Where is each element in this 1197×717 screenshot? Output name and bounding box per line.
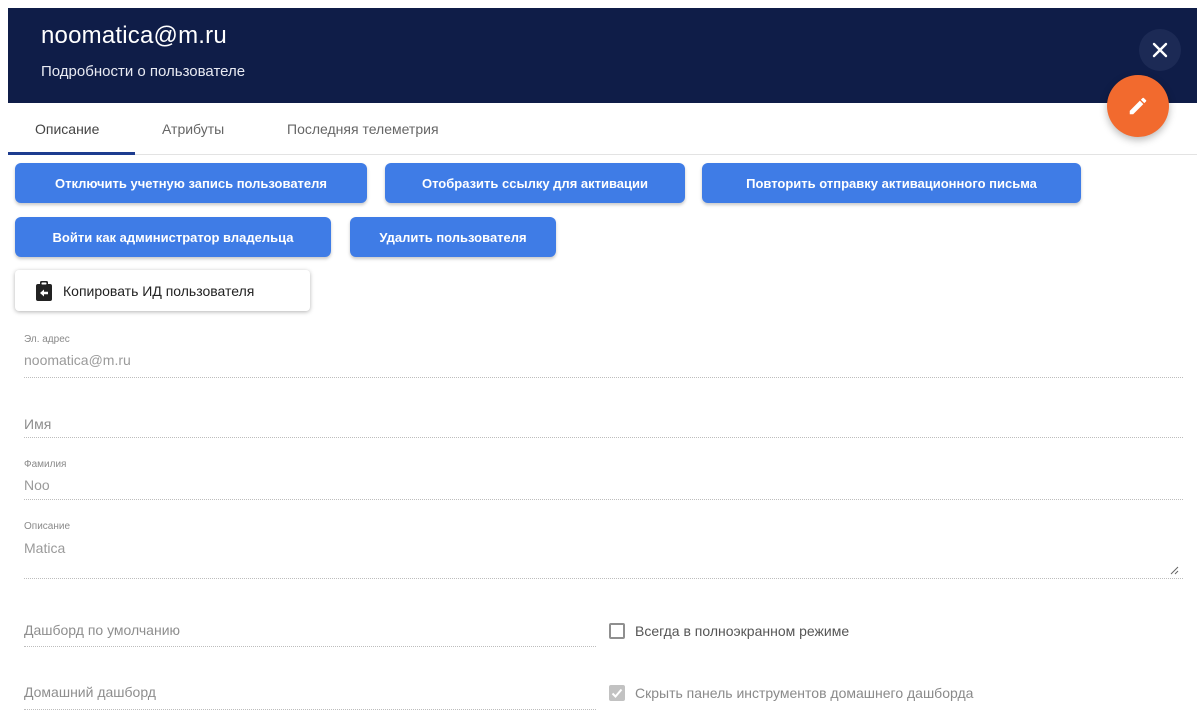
page-title: noomatica@m.ru [41, 22, 227, 49]
default-dashboard-select[interactable]: Дашборд по умолчанию [24, 612, 596, 647]
close-icon [1152, 42, 1168, 58]
tab-bar: Описание Атрибуты Последняя телеметрия [8, 103, 1197, 155]
clipboard-arrow-icon [35, 280, 53, 301]
show-activation-link-button[interactable]: Отобразить ссылку для активации [385, 163, 685, 203]
hide-home-toolbar-checkbox[interactable]: Скрыть панель инструментов домашнего даш… [609, 685, 973, 701]
always-fullscreen-label: Всегда в полноэкранном режиме [635, 623, 850, 639]
default-dashboard-placeholder: Дашборд по умолчанию [24, 622, 181, 638]
email-label: Эл. адрес [24, 334, 70, 345]
first-name-placeholder: Имя [24, 416, 52, 432]
resend-activation-email-button[interactable]: Повторить отправку активационного письма [702, 163, 1081, 203]
first-name-field[interactable]: Имя [24, 406, 1183, 438]
tab-latest-telemetry[interactable]: Последняя телеметрия [287, 121, 439, 137]
home-dashboard-select[interactable]: Домашний дашборд [24, 676, 596, 710]
always-fullscreen-checkbox[interactable]: Всегда в полноэкранном режиме [609, 623, 849, 639]
disable-account-button[interactable]: Отключить учетную запись пользователя [15, 163, 367, 203]
last-name-value: Noo [24, 477, 50, 493]
login-as-owner-admin-button[interactable]: Войти как администратор владельца [15, 217, 331, 257]
page-subtitle: Подробности о пользователе [41, 63, 246, 80]
active-tab-indicator [8, 152, 135, 155]
checkmark-icon [609, 685, 625, 701]
description-field[interactable]: Описание Matica [24, 516, 1183, 579]
description-label: Описание [24, 521, 71, 532]
last-name-label: Фамилия [24, 459, 67, 470]
description-value: Matica [24, 540, 66, 556]
last-name-field[interactable]: Фамилия Noo [24, 454, 1183, 500]
dialog-header: noomatica@m.ru Подробности о пользовател… [8, 8, 1197, 103]
home-dashboard-placeholder: Домашний дашборд [24, 684, 156, 700]
tab-description[interactable]: Описание [35, 121, 99, 137]
resize-handle-icon[interactable] [1170, 566, 1179, 575]
copy-user-id-label: Копировать ИД пользователя [63, 282, 255, 299]
checkbox-box [609, 623, 625, 639]
email-value: noomatica@m.ru [24, 352, 131, 368]
email-field[interactable]: Эл. адрес noomatica@m.ru [24, 330, 1183, 378]
close-button[interactable] [1139, 29, 1181, 71]
tab-attributes[interactable]: Атрибуты [162, 121, 224, 137]
copy-user-id-button[interactable]: Копировать ИД пользователя [15, 270, 310, 311]
delete-user-button[interactable]: Удалить пользователя [350, 217, 556, 257]
hide-home-toolbar-label: Скрыть панель инструментов домашнего даш… [635, 685, 974, 701]
